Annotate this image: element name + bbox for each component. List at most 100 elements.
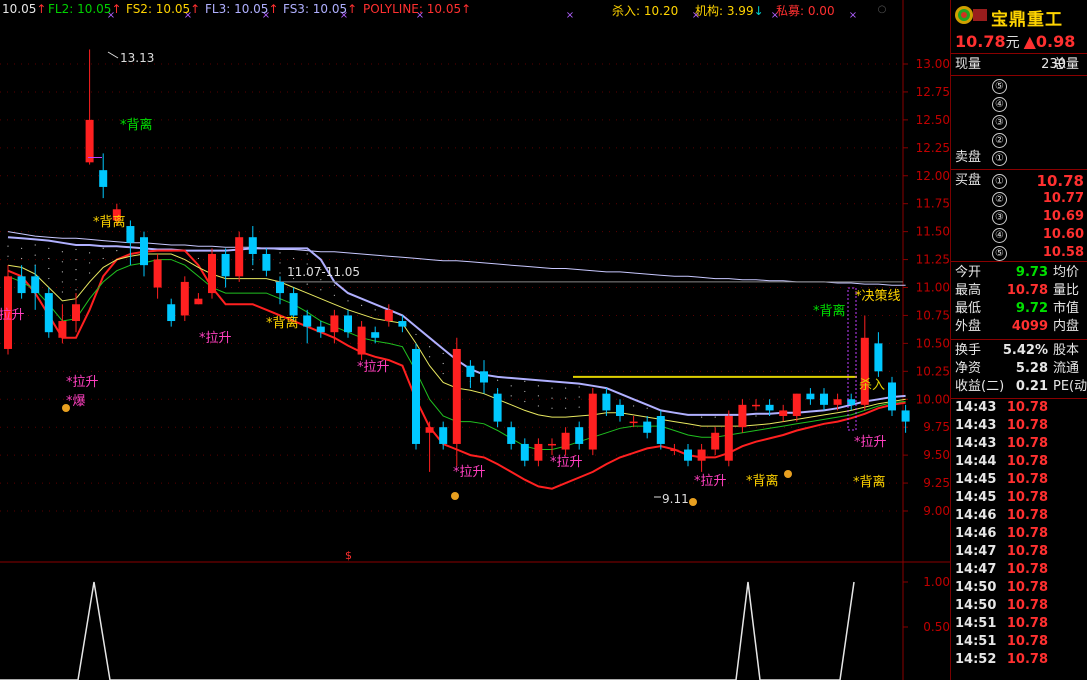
band-dot xyxy=(61,291,64,293)
candle-body xyxy=(235,237,244,277)
candle-body xyxy=(779,410,788,417)
band-dot xyxy=(524,390,526,393)
beili-label: *背离 xyxy=(813,303,846,319)
band-dot xyxy=(755,415,757,417)
candle-body xyxy=(126,226,135,243)
y-tick-label: 9.75 xyxy=(923,420,950,434)
ma-value-fs3: FS3: 10.05↑ xyxy=(283,2,358,16)
candle-body xyxy=(738,404,747,428)
stat-row: 今开 9.73 均价 xyxy=(955,265,1080,280)
candle-body xyxy=(792,393,801,417)
candle-body xyxy=(303,315,312,327)
hand-icon xyxy=(689,498,697,506)
band-dot xyxy=(551,407,553,409)
candle-body xyxy=(561,432,570,450)
band-dot xyxy=(306,253,308,255)
band-dot xyxy=(524,400,526,403)
tick-row: 14:50 10.78 xyxy=(955,580,1048,595)
candle-body xyxy=(616,404,624,417)
band-dot xyxy=(293,257,295,260)
band-dot xyxy=(701,416,703,418)
band-dot xyxy=(48,247,50,249)
candle-body xyxy=(371,332,380,338)
lasheng-label: *拉升 xyxy=(0,308,25,323)
band-dot xyxy=(646,407,648,409)
band-dot xyxy=(7,255,9,257)
band-dot xyxy=(537,385,540,387)
stock-name: 宝鼎重工 xyxy=(991,10,1063,30)
tick-row: 14:51 10.78 xyxy=(955,616,1048,631)
ma-value-fs2: FS2: 10.05↑ xyxy=(126,2,201,16)
candle-body xyxy=(167,304,176,322)
candle-body xyxy=(384,309,393,322)
band-dot xyxy=(333,294,335,296)
candle-body xyxy=(480,371,488,383)
private-value: 私募: 0.00 xyxy=(776,4,835,18)
bid-level: ④ 10.60 xyxy=(951,226,1087,244)
stat-row: 收益(二) 0.21 PE(动 xyxy=(955,379,1087,394)
band-dot xyxy=(442,352,444,355)
candle-body xyxy=(412,348,420,444)
lasheng-label: *拉升 xyxy=(357,360,390,375)
kline-chart[interactable]: 13.00 12.75 12.50 12.25 12.00 11.75 11.50 11.25… xyxy=(0,0,1087,680)
candle-body xyxy=(820,393,828,405)
candle-body xyxy=(901,410,910,422)
candle-body xyxy=(507,427,516,444)
band-dot xyxy=(333,284,335,286)
candle-body xyxy=(860,337,869,405)
tick-row: 14:50 10.78 xyxy=(955,598,1048,613)
band-dot xyxy=(578,406,580,408)
tick-row: 14:46 10.78 xyxy=(955,508,1048,523)
range-label: 11.07-11.05 xyxy=(287,265,360,279)
candle-body xyxy=(330,315,339,333)
kill-value: 杀入: 10.20 xyxy=(612,4,679,18)
lasheng-label: *拉升 xyxy=(199,331,232,346)
band-dot xyxy=(497,379,499,381)
tick-row: 14:47 10.78 xyxy=(955,562,1048,577)
candle-body xyxy=(316,326,325,333)
band-dot xyxy=(89,252,91,254)
candle-body xyxy=(17,276,26,294)
high-label: 13.13 xyxy=(120,51,154,65)
candle-body xyxy=(874,343,883,372)
candle-body xyxy=(697,449,706,461)
band-dot xyxy=(34,254,36,256)
ask-level: ③ xyxy=(951,113,1087,131)
dollar-marker: $ xyxy=(345,549,352,562)
ma-value-fl2: FL2: 10.05↑ xyxy=(48,2,122,16)
stat-row: 最高 10.78 量比 xyxy=(955,283,1080,298)
lasheng-label: *拉升 xyxy=(694,474,727,489)
tick-row: 14:46 10.78 xyxy=(955,526,1048,541)
y-tick-label: 9.25 xyxy=(923,476,950,490)
candle-body xyxy=(575,427,584,444)
band-dot xyxy=(714,416,716,418)
candle-body xyxy=(289,293,298,316)
hand-icon xyxy=(784,470,792,478)
candle-body xyxy=(534,443,543,461)
beili-label: *背离 xyxy=(746,473,779,489)
candle-body xyxy=(248,237,257,254)
candle-body xyxy=(262,253,271,271)
band-dot xyxy=(510,395,512,397)
band-dot xyxy=(102,257,104,260)
band-dot xyxy=(429,346,431,348)
candle-body xyxy=(888,382,896,411)
beili-label: *背离 xyxy=(120,117,153,133)
quote-panel: 宝鼎重工 10.78元 ▲0.98 现量 230 总量 ⑤ ④ ③ ② 卖盘 ① 买盘 ① 10… xyxy=(950,0,1087,680)
candle-body xyxy=(656,416,665,444)
band-dot xyxy=(21,247,23,249)
sub-signal-line xyxy=(0,581,855,680)
stat-row: 外盘 4099 内盘 xyxy=(955,319,1080,334)
ma-value-1: 10.05↑ xyxy=(2,2,47,16)
bid-level: 买盘 ① 10.78 xyxy=(955,172,1084,190)
beili-label: *背离 xyxy=(853,474,886,490)
band-dot xyxy=(279,272,281,274)
band-dot xyxy=(578,396,580,398)
candle-body xyxy=(752,404,760,407)
y-tick-label: 11.75 xyxy=(916,197,950,211)
current-price: 10.78元 ▲0.98 xyxy=(955,32,1076,51)
ask-level: ④ xyxy=(951,95,1087,113)
band-dot xyxy=(75,258,77,261)
band-dot xyxy=(61,271,64,273)
low-label: 9.11 xyxy=(662,492,689,506)
